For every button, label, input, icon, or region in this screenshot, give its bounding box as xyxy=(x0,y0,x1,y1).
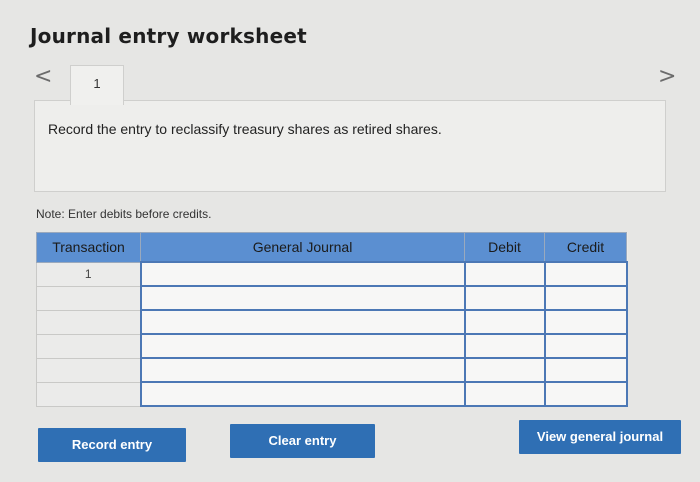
header-transaction: Transaction xyxy=(36,232,141,263)
transaction-cell xyxy=(36,381,141,407)
account-input-cell[interactable] xyxy=(139,285,466,311)
debit-input-cell[interactable] xyxy=(463,309,546,335)
debit-input-cell[interactable] xyxy=(463,357,546,383)
table-row xyxy=(36,333,628,359)
table-row: 1 xyxy=(36,261,628,287)
account-input-cell[interactable] xyxy=(139,357,466,383)
debit-input-cell[interactable] xyxy=(463,261,546,287)
credit-input-cell[interactable] xyxy=(543,285,628,311)
table-header-row: Transaction General Journal Debit Credit xyxy=(36,232,627,263)
header-debit: Debit xyxy=(464,232,545,263)
table-row xyxy=(36,309,628,335)
record-entry-button[interactable]: Record entry xyxy=(38,428,186,462)
page-title: Journal entry worksheet xyxy=(30,24,307,48)
credit-input-cell[interactable] xyxy=(543,309,628,335)
credit-input-cell[interactable] xyxy=(543,333,628,359)
transaction-cell xyxy=(36,333,141,359)
transaction-cell: 1 xyxy=(36,261,141,287)
table-row xyxy=(36,381,628,407)
journal-table: Transaction General Journal Debit Credit… xyxy=(36,232,628,407)
transaction-cell xyxy=(36,309,141,335)
table-row xyxy=(36,285,628,311)
header-general-journal: General Journal xyxy=(140,232,465,263)
header-credit: Credit xyxy=(544,232,627,263)
chevron-right-icon[interactable]: > xyxy=(658,64,676,90)
debit-input-cell[interactable] xyxy=(463,381,546,407)
account-input-cell[interactable] xyxy=(139,333,466,359)
credit-input-cell[interactable] xyxy=(543,261,628,287)
tab-1[interactable]: 1 xyxy=(70,65,124,105)
question-panel xyxy=(34,100,666,192)
debit-input-cell[interactable] xyxy=(463,285,546,311)
note-text: Note: Enter debits before credits. xyxy=(36,207,212,221)
debit-input-cell[interactable] xyxy=(463,333,546,359)
account-input-cell[interactable] xyxy=(139,381,466,407)
chevron-left-icon[interactable]: < xyxy=(34,64,52,90)
credit-input-cell[interactable] xyxy=(543,381,628,407)
account-input-cell[interactable] xyxy=(139,261,466,287)
transaction-cell xyxy=(36,285,141,311)
question-text: Record the entry to reclassify treasury … xyxy=(48,121,442,137)
account-input-cell[interactable] xyxy=(139,309,466,335)
transaction-cell xyxy=(36,357,141,383)
credit-input-cell[interactable] xyxy=(543,357,628,383)
view-general-journal-button[interactable]: View general journal xyxy=(519,420,681,454)
clear-entry-button[interactable]: Clear entry xyxy=(230,424,375,458)
table-row xyxy=(36,357,628,383)
